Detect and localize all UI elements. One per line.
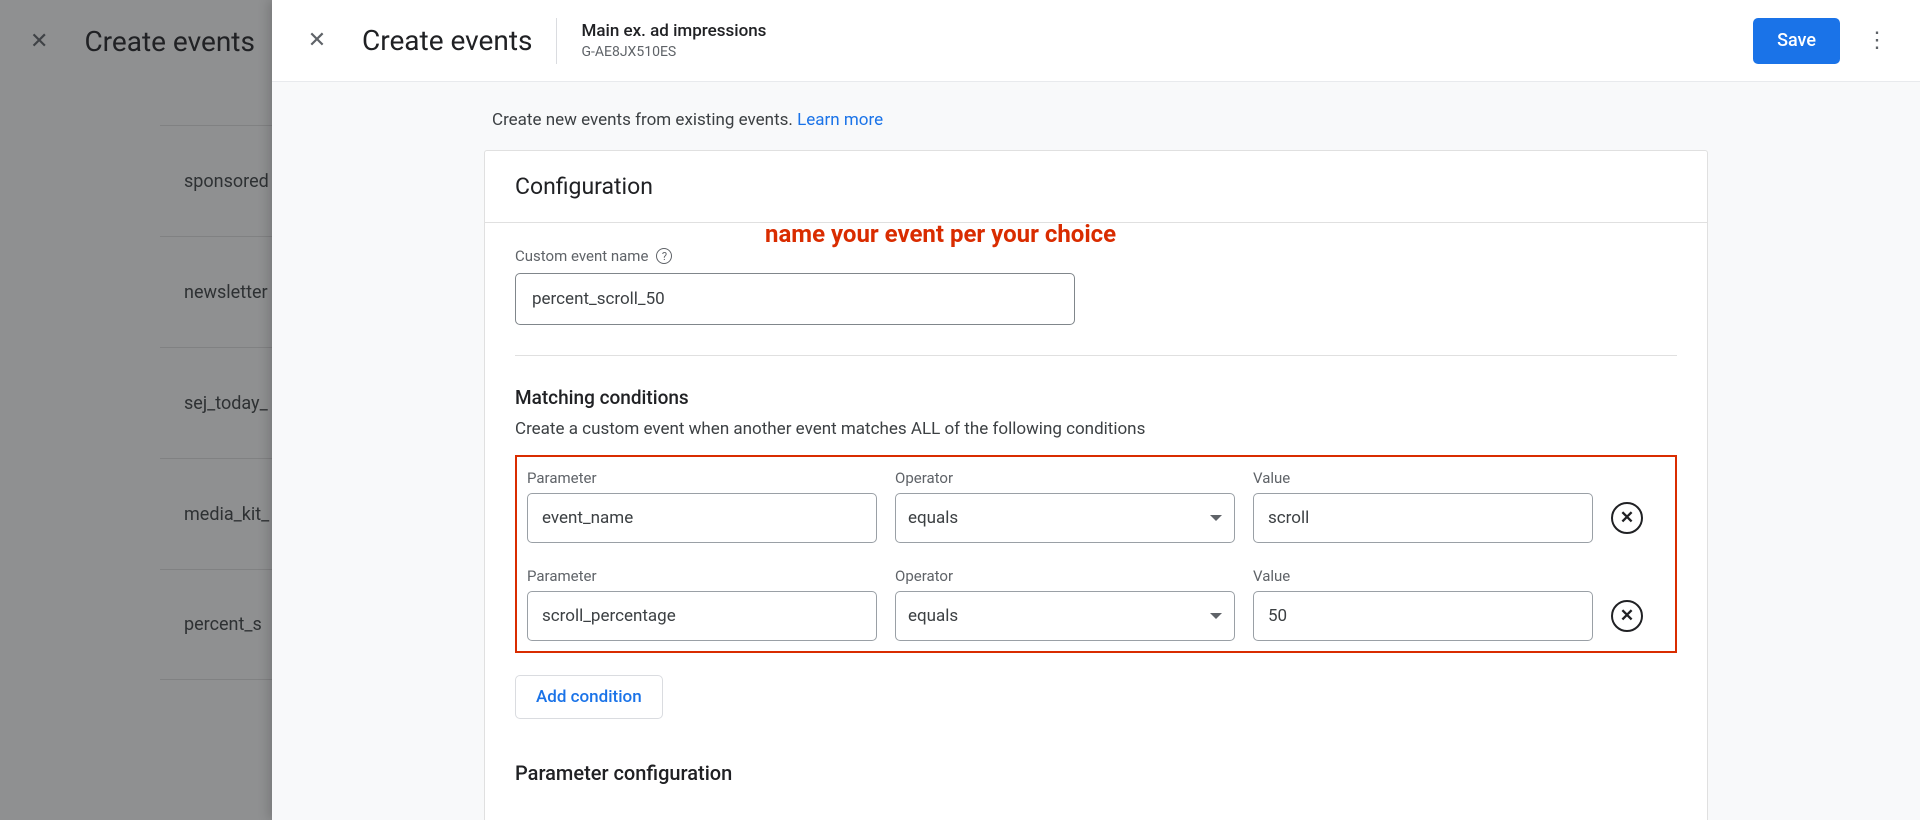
divider: [515, 355, 1677, 356]
intro-text: Create new events from existing events. …: [272, 82, 1920, 150]
create-event-panel: ✕ Create events Main ex. ad impressions …: [272, 0, 1920, 820]
panel-title: Create events: [362, 24, 532, 57]
kebab-icon: ⋮: [1866, 28, 1888, 53]
learn-more-link[interactable]: Learn more: [797, 110, 883, 130]
help-icon[interactable]: ?: [656, 248, 672, 264]
configuration-card: Configuration Custom event name ? name y…: [484, 150, 1708, 820]
operator-value: equals: [908, 508, 958, 528]
value-label: Value: [1253, 469, 1593, 487]
property-name: Main ex. ad impressions: [581, 21, 766, 41]
label-text: Custom event name: [515, 247, 648, 265]
operator-select[interactable]: equals: [895, 493, 1235, 543]
parameter-label: Parameter: [527, 469, 877, 487]
matching-conditions-subtext: Create a custom event when another event…: [515, 419, 1677, 439]
close-button[interactable]: ✕: [298, 22, 336, 60]
value-label: Value: [1253, 567, 1593, 585]
chevron-down-icon: [1210, 613, 1222, 619]
property-id: G-AE8JX510ES: [581, 44, 766, 60]
operator-value: equals: [908, 606, 958, 626]
parameter-configuration-header: Parameter configuration: [515, 761, 1677, 785]
custom-event-name-label: Custom event name ?: [515, 247, 1677, 265]
operator-label: Operator: [895, 469, 1235, 487]
overflow-menu-button[interactable]: ⋮: [1856, 20, 1898, 62]
value-input[interactable]: [1253, 493, 1593, 543]
custom-event-name-input[interactable]: [515, 273, 1075, 325]
panel-header: ✕ Create events Main ex. ad impressions …: [272, 0, 1920, 82]
intro-text-span: Create new events from existing events.: [492, 110, 797, 130]
tutorial-annotation: name your event per your choice: [765, 220, 1116, 248]
card-header: Configuration: [485, 151, 1707, 223]
conditions-highlight-box: Parameter Operator equals Value: [515, 455, 1677, 653]
close-circle-icon: ✕: [1620, 606, 1634, 626]
matching-conditions-header: Matching conditions: [515, 386, 1677, 409]
value-input[interactable]: [1253, 591, 1593, 641]
remove-condition-button[interactable]: ✕: [1611, 600, 1643, 632]
condition-row: Parameter Operator equals Value: [527, 469, 1665, 543]
parameter-input[interactable]: [527, 493, 877, 543]
save-button[interactable]: Save: [1753, 18, 1840, 64]
close-icon: ✕: [308, 28, 326, 53]
chevron-down-icon: [1210, 515, 1222, 521]
property-block: Main ex. ad impressions G-AE8JX510ES: [581, 21, 766, 59]
operator-select[interactable]: equals: [895, 591, 1235, 641]
parameter-label: Parameter: [527, 567, 877, 585]
parameter-input[interactable]: [527, 591, 877, 641]
condition-row: Parameter Operator equals Value: [527, 567, 1665, 641]
card-body: Custom event name ? name your event per …: [485, 223, 1707, 820]
remove-condition-button[interactable]: ✕: [1611, 502, 1643, 534]
panel-body[interactable]: Create new events from existing events. …: [272, 82, 1920, 820]
operator-label: Operator: [895, 567, 1235, 585]
add-condition-button[interactable]: Add condition: [515, 675, 663, 719]
close-circle-icon: ✕: [1620, 508, 1634, 528]
header-divider: [556, 18, 557, 64]
